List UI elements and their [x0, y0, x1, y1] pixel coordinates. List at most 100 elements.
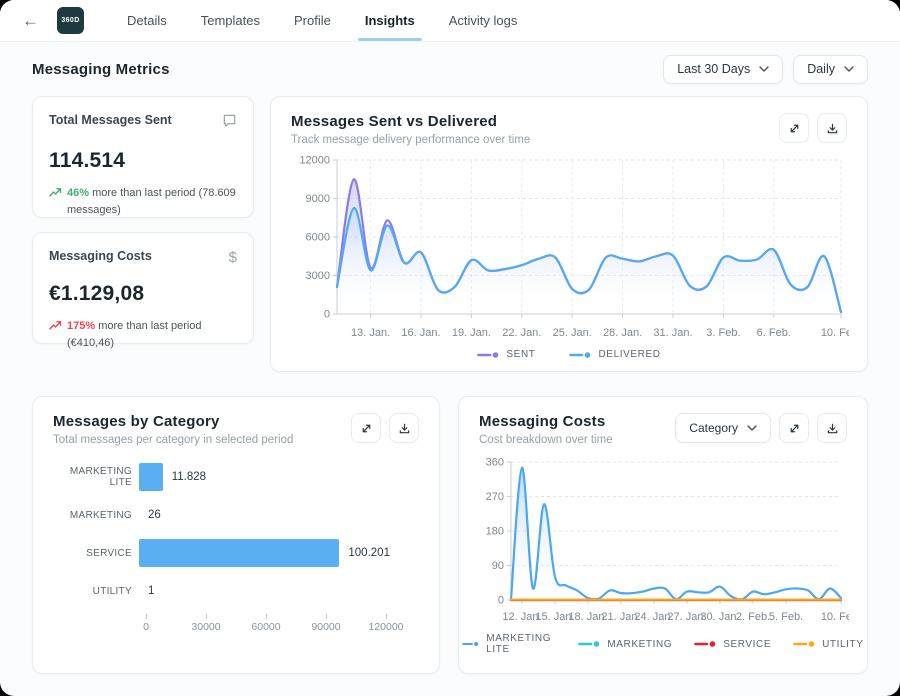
expand-icon: [360, 422, 373, 435]
legend-marker-icon: [477, 351, 499, 359]
download-icon: [826, 422, 839, 435]
svg-text:270: 270: [486, 491, 504, 503]
date-range-dropdown[interactable]: Last 30 Days: [663, 55, 783, 84]
svg-text:3. Feb.: 3. Feb.: [706, 327, 740, 339]
messaging-costs-card: Messaging Costs $ €1.129,08 175% more th…: [32, 232, 254, 344]
legend-item[interactable]: SERVICE: [694, 633, 771, 655]
bar[interactable]: [139, 539, 339, 567]
svg-text:9000: 9000: [306, 193, 330, 205]
sent-vs-delivered-card: Messages Sent vs Delivered Track message…: [270, 96, 868, 372]
page-header: Messaging Metrics Last 30 Days Daily: [0, 42, 900, 96]
legend-marker-icon: [694, 640, 716, 648]
category-dropdown-value: Category: [689, 421, 738, 435]
tab-activity-logs[interactable]: Activity logs: [432, 0, 535, 41]
svg-text:180: 180: [486, 526, 504, 538]
legend-item[interactable]: DELIVERED: [569, 349, 660, 360]
legend-label: SERVICE: [723, 639, 771, 650]
svg-text:6. Feb.: 6. Feb.: [757, 327, 791, 339]
app-logo-text: 360D: [61, 17, 79, 24]
bar[interactable]: [139, 463, 163, 491]
legend-label: MARKETING: [607, 639, 672, 650]
back-arrow-icon[interactable]: ←: [22, 12, 39, 29]
legend-label: DELIVERED: [598, 349, 660, 360]
granularity-value: Daily: [807, 62, 835, 76]
svg-text:3000: 3000: [306, 270, 330, 282]
trend-percent: 175%: [67, 320, 95, 332]
category-bar-chart: MARKETING LITE11.828MARKETING26SERVICE10…: [53, 458, 419, 610]
category-dropdown[interactable]: Category: [675, 413, 771, 443]
svg-text:19. Jan.: 19. Jan.: [452, 327, 491, 339]
legend-label: UTILITY: [822, 639, 863, 650]
chart-title: Messaging Costs: [479, 413, 675, 430]
header-controls: Last 30 Days Daily: [663, 55, 868, 84]
chevron-down-icon: [747, 424, 757, 432]
svg-text:10. Feb.: 10. Feb.: [821, 611, 849, 623]
download-button[interactable]: [817, 413, 847, 443]
stat-title: Total Messages Sent: [49, 113, 172, 127]
axis-tick-label: 120000: [368, 621, 403, 633]
chart-subtitle: Track message delivery performance over …: [291, 134, 779, 146]
trend-up-icon: [49, 320, 62, 331]
axis-tick-label: 90000: [311, 621, 340, 633]
svg-text:25. Jan.: 25. Jan.: [553, 327, 592, 339]
trend-percent: 46%: [67, 187, 89, 199]
bar-row: UTILITY 1: [53, 572, 419, 610]
svg-text:28. Jan.: 28. Jan.: [603, 327, 642, 339]
stat-value: 114.514: [49, 149, 237, 173]
svg-text:2. Feb.: 2. Feb.: [736, 611, 770, 623]
legend-item[interactable]: UTILITY: [793, 633, 863, 655]
trend-caption: more than last period (78.609 messages): [67, 187, 236, 216]
download-button[interactable]: [817, 113, 847, 143]
chat-bubble-icon: [222, 113, 237, 133]
svg-text:360: 360: [486, 457, 504, 469]
bar-row: MARKETING LITE11.828: [53, 458, 419, 496]
costs-breakdown-card: Messaging Costs Cost breakdown over time…: [458, 396, 868, 674]
svg-text:6000: 6000: [306, 232, 330, 244]
expand-button[interactable]: [779, 113, 809, 143]
tab-details[interactable]: Details: [110, 0, 184, 41]
stat-trend: 46% more than last period (78.609 messag…: [49, 185, 237, 219]
tab-templates[interactable]: Templates: [184, 0, 277, 41]
expand-button[interactable]: [351, 413, 381, 443]
granularity-dropdown[interactable]: Daily: [793, 55, 868, 84]
legend-item[interactable]: SENT: [477, 349, 535, 360]
expand-button[interactable]: [779, 413, 809, 443]
trend-up-icon: [49, 187, 62, 198]
tab-profile[interactable]: Profile: [277, 0, 348, 41]
bar-row: MARKETING26: [53, 496, 419, 534]
costs-line-chart: 09018027036012. Jan.15. Jan.18. Jan.21. …: [479, 452, 847, 629]
top-navbar: ← 360D Details Templates Profile Insight…: [0, 0, 900, 42]
stat-trend: 175% more than last period (€410,46): [49, 318, 237, 352]
axis-tick: [146, 614, 147, 619]
svg-text:22. Jan.: 22. Jan.: [502, 327, 541, 339]
axis-tick: [326, 614, 327, 619]
axis-tick: [386, 614, 387, 619]
chart-subtitle: Cost breakdown over time: [479, 434, 675, 446]
svg-text:90: 90: [492, 560, 504, 572]
stat-value: €1.129,08: [49, 282, 237, 306]
download-button[interactable]: [389, 413, 419, 443]
download-icon: [826, 122, 839, 135]
axis-tick-label: 30000: [191, 621, 220, 633]
chevron-down-icon: [759, 65, 769, 73]
bar-category-label: SERVICE: [53, 548, 139, 559]
bar-category-label: UTILITY: [53, 586, 139, 597]
legend-item[interactable]: MARKETING LITE: [462, 633, 556, 655]
bar-value-label: 26: [148, 509, 161, 521]
svg-text:0: 0: [498, 595, 504, 607]
expand-icon: [788, 122, 801, 135]
svg-text:12000: 12000: [299, 155, 330, 167]
category-bar-axis: 0300006000090000120000: [53, 612, 419, 638]
axis-tick-label: 60000: [251, 621, 280, 633]
legend-item[interactable]: MARKETING: [578, 633, 672, 655]
dollar-icon: $: [229, 249, 237, 266]
bar-category-label: MARKETING LITE: [53, 466, 139, 488]
svg-text:5. Feb.: 5. Feb.: [769, 611, 803, 623]
app-logo: 360D: [57, 7, 84, 34]
tab-insights[interactable]: Insights: [348, 0, 432, 41]
svg-text:0: 0: [324, 309, 330, 321]
messages-by-category-card: Messages by Category Total messages per …: [32, 396, 440, 674]
bar-value-label: 1: [148, 585, 154, 597]
chart-title: Messages by Category: [53, 413, 351, 430]
legend-marker-icon: [793, 640, 815, 648]
